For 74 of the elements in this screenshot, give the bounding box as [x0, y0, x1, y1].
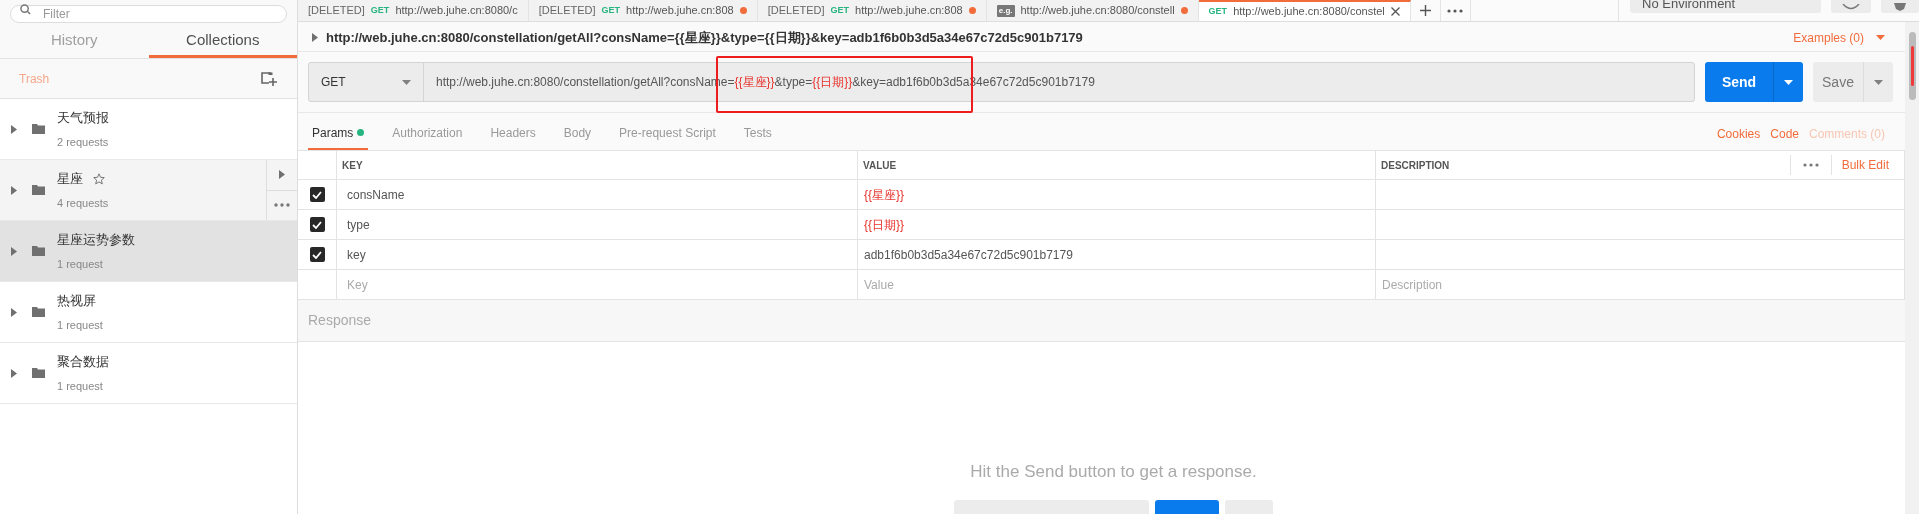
caret-icon — [1876, 35, 1885, 40]
param-key: key — [347, 245, 366, 264]
more-icon — [274, 203, 290, 208]
more-icon — [1802, 163, 1819, 167]
checkbox[interactable] — [309, 187, 325, 202]
tab-url: http://web.juhe.cn:808 — [626, 3, 734, 19]
tab-url: http://web.juhe.cn:8080/c — [395, 3, 518, 19]
folder-icon — [32, 307, 45, 317]
tab-url: http://web.juhe.cn:8080/constel — [1233, 4, 1385, 20]
param-value: adb1f6b0b3d5a34e67c72d5c901b7179 — [864, 246, 1073, 264]
value-input[interactable]: Value — [858, 270, 1376, 299]
star-icon[interactable] — [93, 172, 105, 185]
column-header: VALUE — [863, 158, 897, 173]
request-count: 1 request — [57, 378, 104, 394]
collection-name: 星座运势参数 — [57, 231, 135, 249]
caret-icon — [1784, 79, 1793, 85]
expand-arrow-icon[interactable] — [11, 307, 17, 317]
checkbox[interactable] — [309, 247, 325, 262]
method-label: GET — [830, 3, 850, 17]
tab-status: [DELETED] — [767, 3, 825, 19]
collection-item[interactable]: 星座 4 requests — [0, 160, 297, 221]
request-tab[interactable]: e.g. http://web.juhe.cn:8080/constell — [986, 0, 1199, 21]
new-collection-icon[interactable] — [261, 71, 277, 86]
expand-arrow-icon[interactable] — [312, 33, 318, 42]
collection-name: 热视屏 — [57, 292, 96, 310]
request-count: 1 request — [57, 256, 104, 272]
column-header: DESCRIPTION — [1381, 158, 1450, 173]
key-input[interactable]: Key — [337, 270, 858, 299]
request-title: http://web.juhe.cn:8080/constellation/getAll?consName={{星座}}&type={{日期}}&key=adb1f6b0b3d5a34e67c72d5c901b7179 — [326, 28, 1083, 47]
folder-icon — [32, 368, 45, 378]
folder-icon — [32, 246, 45, 256]
more-icon — [1447, 8, 1464, 13]
search-icon — [20, 4, 31, 15]
method-label: GET — [1208, 4, 1228, 18]
response-title: Response — [308, 311, 372, 330]
request-count: 4 requests — [57, 195, 110, 211]
expand-arrow-icon[interactable] — [11, 246, 17, 256]
expand-arrow-icon[interactable] — [11, 368, 17, 378]
request-count: 2 requests — [57, 134, 110, 150]
scrollbar-thumb[interactable] — [1908, 32, 1916, 100]
expand-arrow-icon[interactable] — [279, 170, 285, 180]
plus-icon — [1419, 5, 1431, 16]
request-tab[interactable]: [DELETED] GET http://web.juhe.cn:808 — [757, 0, 987, 21]
tab-status: [DELETED] — [538, 3, 596, 19]
tab-url: http://web.juhe.cn:808 — [855, 3, 963, 19]
collection-name: 星座 — [57, 170, 83, 188]
expand-arrow-icon[interactable] — [11, 185, 17, 195]
save-button[interactable]: Save — [1813, 62, 1893, 102]
request-tab[interactable]: [DELETED] GET http://web.juhe.cn:8080/c — [298, 0, 529, 21]
send-button[interactable]: Send — [1705, 62, 1803, 102]
example-badge: e.g. — [996, 4, 1015, 17]
method-label: GET — [601, 3, 621, 17]
expand-arrow-icon[interactable] — [11, 124, 17, 134]
close-icon[interactable] — [1390, 7, 1400, 16]
request-count: 1 request — [57, 317, 104, 333]
checkbox[interactable] — [309, 217, 325, 232]
caret-icon — [1874, 79, 1883, 85]
request-tab[interactable]: GET http://web.juhe.cn:8080/constel — [1198, 0, 1411, 21]
folder-icon — [32, 124, 45, 134]
param-value: {{日期}} — [864, 216, 905, 234]
filter-field[interactable]: Filter — [10, 5, 287, 23]
collection-name: 聚合数据 — [57, 353, 109, 371]
response-hint: Hit the Send button to get a response. — [970, 460, 1257, 483]
tab-url: http://web.juhe.cn:8080/constell — [1020, 3, 1175, 19]
tab-status: [DELETED] — [308, 3, 365, 19]
collection-item[interactable]: 星座运势参数 1 request — [0, 221, 297, 282]
param-value: {{星座}} — [864, 186, 905, 204]
folder-icon — [32, 185, 45, 195]
request-tab[interactable]: [DELETED] GET http://web.juhe.cn:808 — [528, 0, 758, 21]
param-key: type — [347, 215, 370, 234]
param-key: consName — [347, 185, 405, 204]
method-label: GET — [370, 3, 390, 17]
collection-name: 天气预报 — [57, 109, 109, 127]
column-header: KEY — [342, 158, 363, 173]
